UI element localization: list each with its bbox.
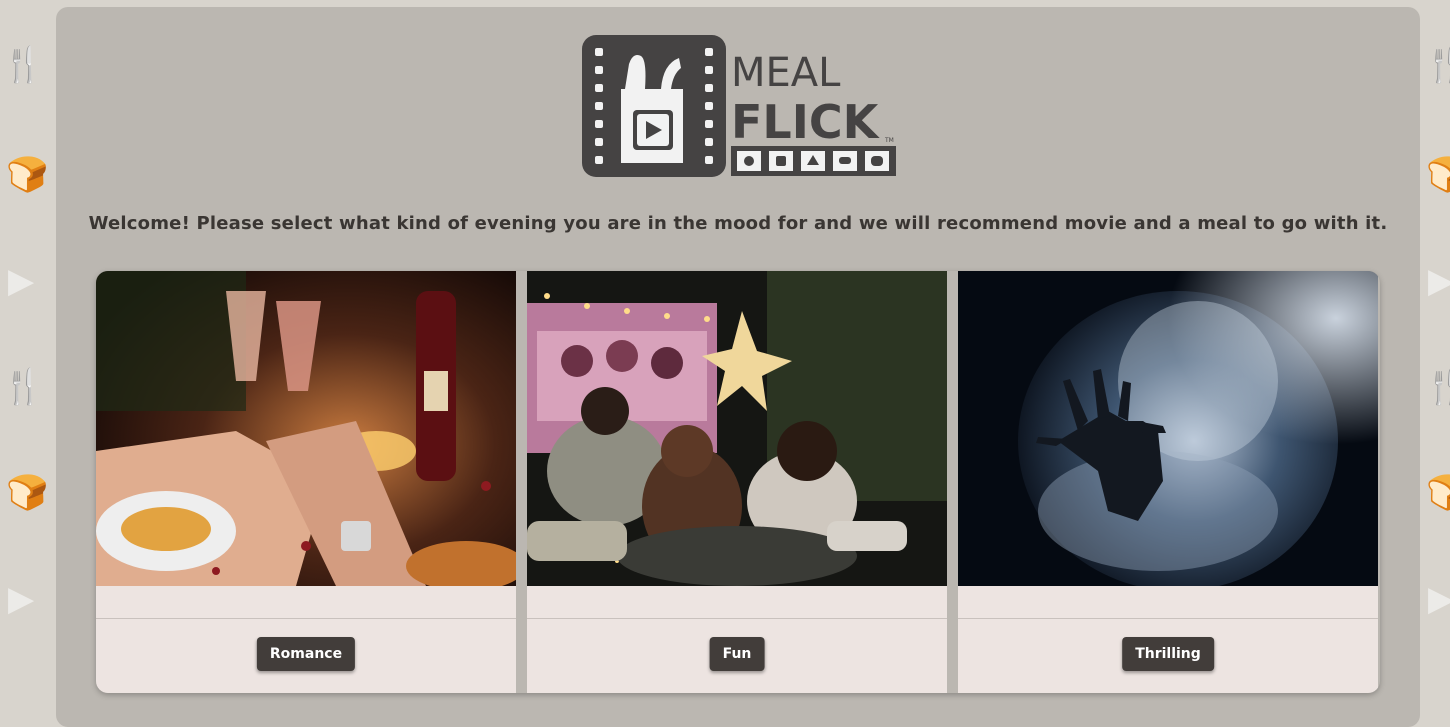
card-divider — [958, 618, 1378, 619]
fork-knife-icon: 🍴 — [2, 367, 45, 407]
fork-knife-icon: 🍴 — [1424, 45, 1450, 85]
card-divider — [96, 618, 516, 619]
card-thrilling[interactable]: Thrilling — [958, 271, 1378, 693]
card-divider — [527, 618, 947, 619]
toast-icon: 🍞 — [6, 473, 49, 513]
toast-icon: 🍞 — [1426, 473, 1450, 513]
logo-word-meal: MEAL — [731, 50, 841, 96]
fun-image — [527, 271, 947, 586]
mood-cards: Romance Fun Thrilling — [96, 271, 1380, 693]
fork-knife-icon: 🍴 — [1424, 367, 1450, 407]
play-icon: ▶ — [8, 579, 35, 619]
thrilling-image — [958, 271, 1378, 586]
play-icon: ▶ — [1428, 261, 1450, 301]
play-icon: ▶ — [1428, 579, 1450, 619]
toast-icon: 🍞 — [1426, 155, 1450, 195]
welcome-message: Welcome! Please select what kind of even… — [88, 213, 1388, 234]
romance-button[interactable]: Romance — [256, 637, 356, 671]
thrilling-button[interactable]: Thrilling — [1122, 637, 1214, 671]
play-icon: ▶ — [8, 261, 35, 301]
card-romance[interactable]: Romance — [96, 271, 516, 693]
fork-knife-icon: 🍴 — [2, 45, 45, 85]
romance-image — [96, 271, 516, 586]
logo-trademark: TM — [884, 137, 894, 144]
toast-icon: 🍞 — [6, 155, 49, 195]
logo-word-flick: FLICK — [731, 95, 881, 149]
fun-button[interactable]: Fun — [709, 637, 765, 671]
card-fun[interactable]: Fun — [527, 271, 947, 693]
meal-flick-logo: MEAL FLICK TM — [582, 35, 896, 177]
